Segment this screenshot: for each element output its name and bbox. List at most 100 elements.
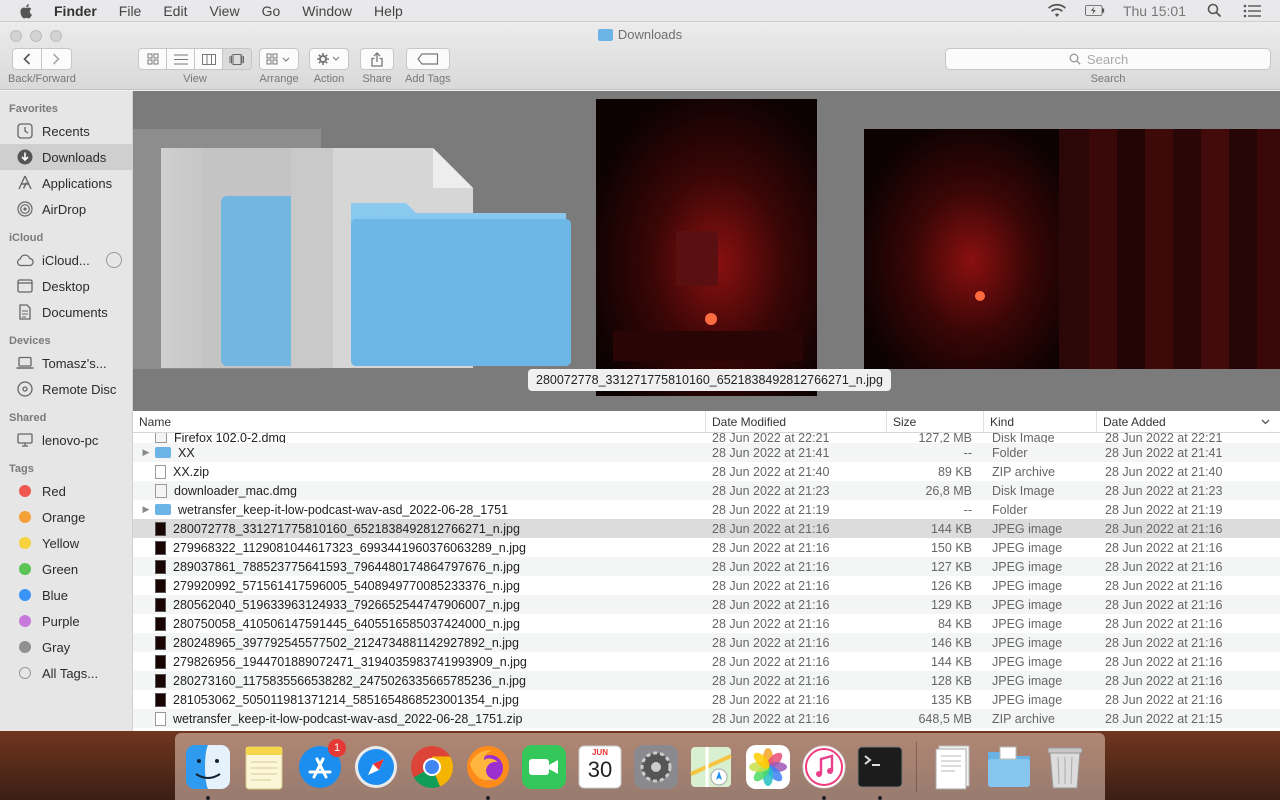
sidebar-item-lenovo-pc[interactable]: lenovo-pc [0, 427, 132, 453]
sidebar-tag-red[interactable]: Red [0, 478, 132, 504]
list-view-button[interactable] [167, 49, 195, 69]
wifi-icon[interactable] [1047, 3, 1067, 19]
file-row[interactable]: 280562040_519633963124933_79266525447479… [133, 595, 1280, 614]
sidebar-tag-green[interactable]: Green [0, 556, 132, 582]
disclosure-triangle-icon[interactable]: ▶ [141, 504, 151, 515]
menu-file[interactable]: File [119, 3, 142, 19]
dock-safari[interactable] [352, 743, 400, 791]
file-row[interactable]: 279826956_1944701889072471_3194035983741… [133, 652, 1280, 671]
file-row[interactable]: 279920992_571561417596005_54089497700852… [133, 576, 1280, 595]
search-field[interactable] [945, 48, 1271, 70]
date-modified-cell: 28 Jun 2022 at 21:16 [712, 616, 830, 631]
clock[interactable]: Thu 15:01 [1123, 3, 1186, 19]
dock-itunes[interactable] [800, 743, 848, 800]
sidebar-tag-purple[interactable]: Purple [0, 608, 132, 634]
sidebar-tag-blue[interactable]: Blue [0, 582, 132, 608]
file-row[interactable]: 280248965_397792545577502_21247348811429… [133, 633, 1280, 652]
dock-firefox[interactable] [464, 743, 512, 800]
date-modified-cell: 28 Jun 2022 at 21:16 [712, 673, 830, 688]
dock-documents-stack[interactable] [929, 743, 977, 791]
sidebar-item-remote-disc[interactable]: Remote Disc [0, 376, 132, 402]
jpeg-file-icon [155, 616, 166, 631]
view-group: View [138, 48, 252, 85]
sidebar-item-icloud-drive[interactable]: iCloud... [0, 247, 132, 273]
file-row[interactable]: downloader_mac.dmg 28 Jun 2022 at 21:23 26… [133, 481, 1280, 500]
back-button[interactable] [13, 49, 42, 69]
size-cell: 127 KB [930, 559, 972, 574]
forward-button[interactable] [42, 49, 71, 69]
column-view-button[interactable] [195, 49, 223, 69]
icon-view-button[interactable] [139, 49, 167, 69]
sidebar-tag-gray[interactable]: Gray [0, 634, 132, 660]
column-header-date-added[interactable]: Date Added [1097, 411, 1280, 432]
dock-app-store[interactable]: 1 [296, 738, 346, 791]
file-name: 280273160_1175835566538282_2475026335665… [173, 673, 526, 688]
date-modified-cell: 28 Jun 2022 at 21:16 [712, 654, 830, 669]
gallery-view-button[interactable] [223, 49, 251, 69]
sidebar-item-label: Applications [42, 175, 113, 191]
battery-icon[interactable] [1084, 3, 1105, 19]
dock-chrome[interactable] [408, 743, 456, 791]
date-added-cell: 28 Jun 2022 at 21:16 [1105, 654, 1223, 669]
column-header-date-modified[interactable]: Date Modified [706, 411, 887, 432]
sidebar-tag-orange[interactable]: Orange [0, 504, 132, 530]
column-header-kind[interactable]: Kind [984, 411, 1097, 432]
sidebar-tag-all-tags[interactable]: All Tags... [0, 660, 132, 686]
date-added-cell: 28 Jun 2022 at 22:21 [1105, 433, 1223, 443]
spotlight-icon[interactable] [1204, 3, 1224, 19]
menu-finder[interactable]: Finder [54, 3, 97, 19]
dock-photos[interactable] [744, 743, 792, 791]
disclosure-triangle-icon[interactable]: ▶ [141, 447, 151, 458]
file-row[interactable]: ▶ XX 28 Jun 2022 at 21:41 -- Folder 28 Jun 20… [133, 443, 1280, 462]
dock-system-preferences[interactable] [632, 743, 680, 791]
file-row[interactable]: 280273160_1175835566538282_2475026335665… [133, 671, 1280, 690]
column-header-size[interactable]: Size [887, 411, 984, 432]
share-button[interactable] [360, 48, 394, 70]
notification-center-icon[interactable] [1242, 3, 1262, 19]
file-row[interactable]: XX.zip 28 Jun 2022 at 21:40 89 KB ZIP archi… [133, 462, 1280, 481]
sidebar-item-label: Purple [42, 613, 80, 629]
menu-edit[interactable]: Edit [163, 3, 187, 19]
sidebar-item-this-mac[interactable]: Tomasz's... [0, 350, 132, 376]
sidebar-item-recents[interactable]: Recents [0, 118, 132, 144]
menu-help[interactable]: Help [374, 3, 403, 19]
size-cell: 150 KB [930, 540, 972, 555]
menu-window[interactable]: Window [302, 3, 352, 19]
file-row[interactable]: ▶ wetransfer_keep-it-low-podcast-wav-asd_… [133, 500, 1280, 519]
file-row[interactable]: 289037861_788523775641593_79644801748647… [133, 557, 1280, 576]
date-modified-cell: 28 Jun 2022 at 21:16 [712, 540, 830, 555]
column-header-name[interactable]: Name [133, 411, 706, 432]
file-row[interactable]: Firefox 102.0-2.dmg 28 Jun 2022 at 22:21 1… [133, 433, 1280, 443]
sidebar-item-downloads[interactable]: Downloads [0, 144, 132, 170]
apple-icon[interactable] [18, 3, 36, 19]
sidebar-item-applications[interactable]: Applications [0, 170, 132, 196]
file-row[interactable]: 281053062_505011981371214_58516548685230… [133, 690, 1280, 709]
size-cell: 144 KB [930, 521, 972, 536]
dock-terminal[interactable] [856, 743, 904, 800]
dock-finder[interactable] [184, 743, 232, 800]
menu-view[interactable]: View [209, 3, 239, 19]
sidebar-item-documents[interactable]: Documents [0, 299, 132, 325]
airdrop-icon [16, 200, 34, 218]
file-row[interactable]: wetransfer_keep-it-low-podcast-wav-asd_2… [133, 709, 1280, 728]
arrange-button[interactable] [259, 48, 299, 70]
file-row[interactable]: 280750058_410506147591445_64055165850374… [133, 614, 1280, 633]
action-button[interactable] [309, 48, 349, 70]
kind-cell: JPEG image [992, 597, 1063, 612]
sidebar-item-airdrop[interactable]: AirDrop [0, 196, 132, 222]
file-name-cell: downloader_mac.dmg [133, 481, 706, 500]
dock-trash[interactable] [1041, 743, 1089, 791]
dock-facetime[interactable] [520, 743, 568, 791]
file-row[interactable]: 280072778_331271775810160_65218384928127… [133, 519, 1280, 538]
dock-maps[interactable] [688, 743, 736, 791]
sidebar-header-tags: Tags [9, 463, 34, 475]
menu-go[interactable]: Go [262, 3, 281, 19]
dock-downloads-stack[interactable] [985, 743, 1033, 791]
sidebar-tag-yellow[interactable]: Yellow [0, 530, 132, 556]
dock-calendar[interactable]: JUN 30 [576, 743, 624, 791]
dock-notes[interactable] [240, 743, 288, 791]
file-row[interactable]: 279968322_1129081044617323_6993441960376… [133, 538, 1280, 557]
sidebar-item-desktop[interactable]: Desktop [0, 273, 132, 299]
add-tags-button[interactable] [405, 48, 450, 70]
search-input[interactable] [1087, 51, 1147, 67]
